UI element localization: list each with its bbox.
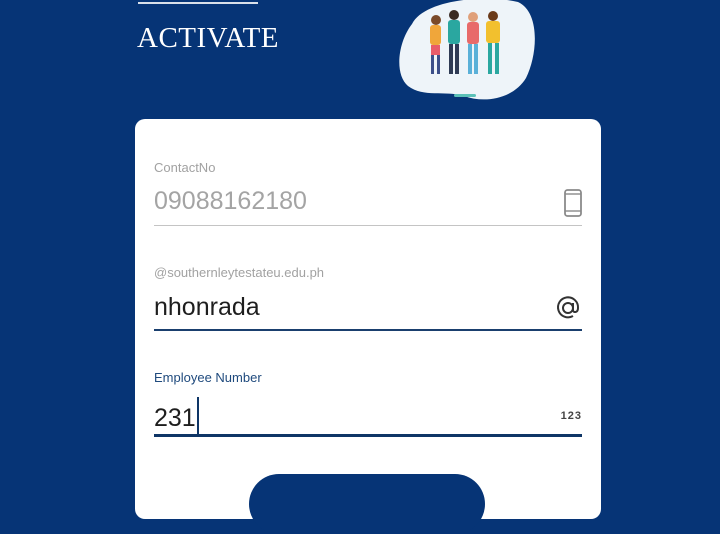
email-username-value[interactable]: nhonrada [154,292,260,322]
numeric-keypad-icon: 123 [560,410,582,422]
mobile-phone-icon [564,189,582,217]
employee-number-field[interactable]: Employee Number 231 123 [154,370,582,440]
contact-number-field[interactable]: ContactNo 09088162180 [154,160,582,227]
text-cursor [196,397,199,435]
people-group-illustration [399,0,535,100]
activate-submit-button[interactable] [249,474,485,534]
email-username-field[interactable]: @southernleytestateu.edu.ph nhonrada [154,265,582,332]
page-title: ACTIVATE [137,22,280,54]
contact-number-underline [154,225,582,226]
employee-number-underline [154,434,582,437]
at-sign-icon [557,296,580,319]
employee-number-input[interactable]: 231 [154,397,199,435]
employee-number-value: 231 [154,404,196,432]
header-partial-text [138,0,258,4]
contact-number-value[interactable]: 09088162180 [154,186,307,216]
employee-number-label: Employee Number [154,370,262,385]
email-domain-label: @southernleytestateu.edu.ph [154,265,325,280]
email-underline [154,329,582,331]
activation-form-card: ContactNo 09088162180 @southernleytestat… [135,119,601,534]
contact-number-label: ContactNo [154,160,216,175]
